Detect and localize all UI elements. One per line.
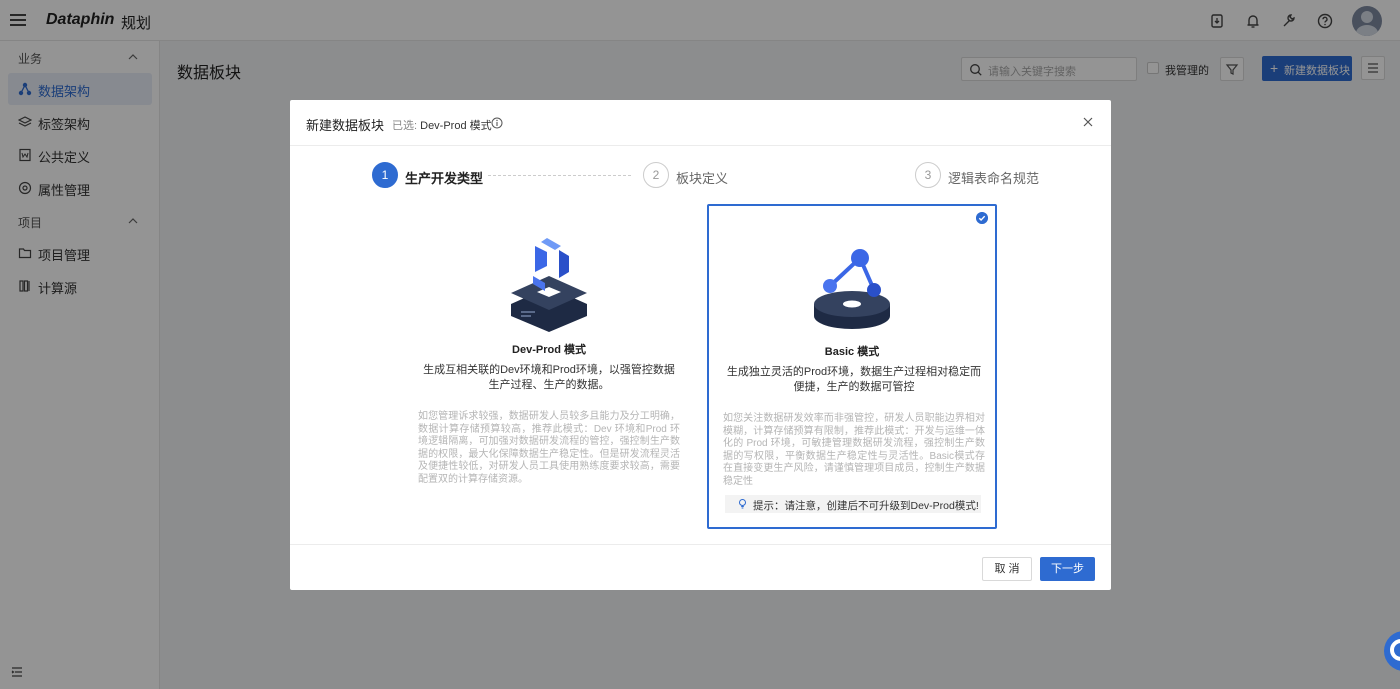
upgrade-warning-tip: 提示：请注意，创建后不可升级到Dev-Prod模式!: [725, 495, 981, 513]
modal-footer: 取 消 下一步: [290, 544, 1111, 590]
close-icon[interactable]: [1082, 116, 1094, 128]
cancel-button[interactable]: 取 消: [982, 557, 1032, 581]
selected-prefix: 已选:: [392, 120, 418, 132]
modal-title: 新建数据板块: [306, 118, 385, 133]
step-2-circle: 2: [643, 162, 669, 188]
card-description: 生成互相关联的Dev环境和Prod环境，以强管控数据生产过程、生产的数据。: [423, 364, 675, 391]
lightbulb-icon: [739, 499, 746, 509]
step-connector: [488, 175, 631, 176]
card-description: 生成独立灵活的Prod环境，数据生产过程相对稳定而便捷，生产的数据可管控: [726, 366, 982, 393]
info-icon[interactable]: [491, 117, 503, 129]
selected-value: Dev-Prod 模式: [420, 120, 492, 132]
network-disc-illustration: [814, 249, 890, 329]
step-1-circle: 1: [372, 162, 398, 188]
next-button[interactable]: 下一步: [1040, 557, 1095, 581]
new-data-block-dialog: 新建数据板块 已选: Dev-Prod 模式 1 生产开发类型 2 板块定义 3…: [290, 100, 1111, 590]
mode-card-dev-prod[interactable]: Dev-Prod 模式 生成互相关联的Dev环境和Prod环境，以强管控数据生产…: [404, 204, 694, 529]
tip-text: 提示：请注意，创建后不可升级到Dev-Prod模式!: [753, 500, 979, 512]
mode-card-basic[interactable]: Basic 模式 生成独立灵活的Prod环境，数据生产过程相对稳定而便捷，生产的…: [707, 204, 997, 529]
selected-check-icon: [976, 212, 988, 224]
step-3-label: 逻辑表命名规范: [948, 171, 1040, 186]
step-3-circle: 3: [915, 162, 941, 188]
assistant-icon: [1390, 639, 1400, 661]
selected-mode: 已选: Dev-Prod 模式: [392, 117, 492, 133]
card-detail: 如您关注数据研发效率而非强管控，研发人员职能边界相对模糊，计算存储预算有限制，推…: [723, 413, 985, 487]
step-2-label: 板块定义: [676, 171, 729, 186]
card-title: Dev-Prod 模式: [512, 344, 586, 356]
step-1-label: 生产开发类型: [405, 171, 484, 186]
card-detail: 如您管理诉求较强，数据研发人员较多且能力及分工明确，数据计算存储预算较高，推荐此…: [418, 411, 680, 485]
server-cube-illustration: [511, 238, 587, 332]
modal-header: 新建数据板块 已选: Dev-Prod 模式: [290, 100, 1111, 146]
card-title: Basic 模式: [824, 346, 880, 358]
